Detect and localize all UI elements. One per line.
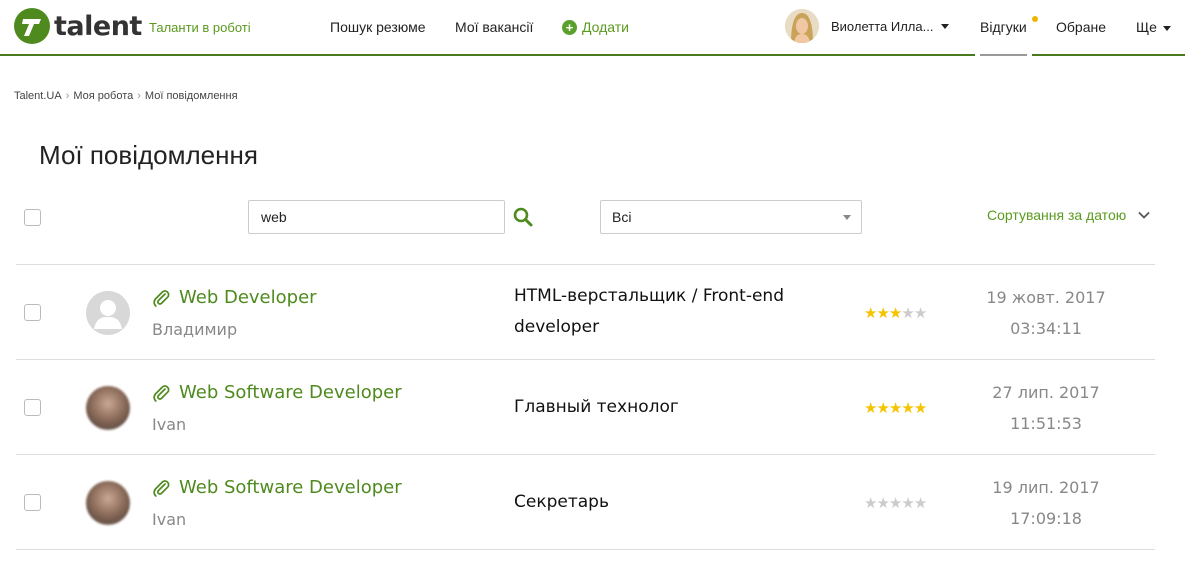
message-date: 19 жовт. 2017	[986, 288, 1106, 307]
message-title-link[interactable]: Web Developer	[151, 287, 317, 308]
top-header: talent Таланти в роботі Пошук резюме Мої…	[0, 0, 1185, 57]
vacancy-line: developer	[514, 317, 600, 337]
filter-select-value: Всі	[612, 209, 632, 225]
message-datetime: 27 лип. 2017 11:51:53	[976, 377, 1116, 439]
message-title-link[interactable]: Web Software Developer	[151, 382, 402, 403]
vacancy-line: Главный технолог	[514, 397, 679, 417]
sender-name: Ivan	[152, 510, 187, 529]
star-icon: ★	[913, 495, 927, 512]
row-checkbox[interactable]	[24, 399, 41, 416]
message-title: Web Software Developer	[179, 477, 402, 498]
nav-my-vacancies[interactable]: Мої вакансії	[455, 19, 533, 35]
default-avatar-icon	[86, 291, 130, 335]
notification-dot	[1032, 16, 1038, 22]
chevron-down-icon	[1138, 211, 1150, 219]
star-icon: ★	[888, 495, 902, 512]
sort-label: Сортування за датою	[987, 207, 1127, 223]
message-title: Web Software Developer	[179, 382, 402, 403]
breadcrumb-my-work[interactable]: Моя робота	[73, 90, 133, 102]
nav-add-label: Додати	[582, 19, 629, 35]
star-icon: ★	[864, 400, 877, 417]
breadcrumb-current: Мої повідомлення	[144, 90, 238, 102]
star-icon: ★	[888, 305, 902, 322]
list-divider	[16, 549, 1155, 550]
logo-text: talent	[54, 10, 142, 42]
vacancy-line: HTML-верстальщик / Front-end	[514, 286, 784, 306]
message-time: 11:51:53	[1010, 414, 1082, 433]
star-icon: ★	[876, 305, 889, 322]
avatar	[86, 481, 130, 525]
message-title-link[interactable]: Web Software Developer	[151, 477, 402, 498]
star-icon: ★	[864, 495, 877, 512]
message-row[interactable]: Web Software Developer Ivan Секретарь ★★…	[16, 455, 1155, 549]
user-menu[interactable]: Виолетта Илла...	[785, 9, 950, 43]
chevron-down-icon	[941, 23, 950, 29]
paperclip-icon	[153, 384, 170, 402]
star-icon: ★	[864, 305, 877, 322]
chevron-right-icon: ›	[65, 90, 70, 102]
user-name: Виолетта Илла...	[831, 18, 934, 34]
sort-dropdown[interactable]: Сортування за датою	[987, 207, 1150, 223]
plus-icon: +	[562, 19, 577, 35]
vacancy-name: Главный технолог	[514, 392, 834, 423]
header-underline-active	[980, 54, 1027, 56]
row-checkbox[interactable]	[24, 494, 41, 511]
vacancy-name: Секретарь	[514, 487, 834, 518]
paperclip-icon	[153, 479, 170, 497]
nav-responses[interactable]: Відгуки	[980, 19, 1027, 35]
message-date: 19 лип. 2017	[992, 478, 1100, 497]
logo-link[interactable]: talent	[14, 8, 142, 44]
avatar	[86, 386, 130, 430]
filter-select[interactable]: Всі	[600, 200, 862, 234]
talent-logo-icon	[14, 8, 50, 44]
rating-stars: ★★★★★	[864, 304, 927, 322]
sender-name: Владимир	[152, 320, 238, 339]
user-avatar	[785, 9, 819, 43]
avatar	[86, 291, 130, 335]
vacancy-line: Секретарь	[514, 492, 609, 512]
nav-add-button[interactable]: + Додати	[562, 19, 629, 35]
rating-stars: ★★★★★	[864, 399, 927, 417]
star-icon: ★	[888, 400, 902, 417]
chevron-down-icon	[843, 215, 851, 220]
star-icon: ★	[901, 400, 914, 417]
nav-favorites[interactable]: Обране	[1056, 19, 1106, 35]
message-datetime: 19 лип. 2017 17:09:18	[976, 472, 1116, 534]
select-all-checkbox[interactable]	[24, 209, 41, 226]
chevron-down-icon	[1162, 25, 1171, 31]
vacancy-name: HTML-верстальщик / Front-end developer	[514, 281, 834, 343]
breadcrumb: Talent.UA › Моя робота › Мої повідомленн…	[14, 90, 238, 102]
row-checkbox[interactable]	[24, 304, 41, 321]
message-date: 27 лип. 2017	[992, 383, 1100, 402]
rating-stars: ★★★★★	[864, 494, 927, 512]
header-underline	[1032, 54, 1185, 56]
star-icon: ★	[901, 495, 914, 512]
star-icon: ★	[876, 495, 889, 512]
user-avatar-icon	[785, 9, 819, 43]
message-row[interactable]: Web Software Developer Ivan Главный техн…	[16, 360, 1155, 454]
header-underline	[0, 54, 975, 56]
search-icon[interactable]	[512, 206, 534, 228]
star-icon: ★	[876, 400, 889, 417]
message-time: 17:09:18	[1010, 509, 1082, 528]
star-icon: ★	[913, 400, 927, 417]
message-datetime: 19 жовт. 2017 03:34:11	[976, 282, 1116, 344]
message-title: Web Developer	[179, 287, 317, 308]
sender-name: Ivan	[152, 415, 187, 434]
paperclip-icon	[153, 289, 170, 307]
nav-more[interactable]: Ще	[1136, 19, 1171, 35]
page-title: Мої повідомлення	[39, 140, 258, 170]
message-time: 03:34:11	[1010, 319, 1082, 338]
chevron-right-icon: ›	[137, 90, 141, 102]
star-icon: ★	[901, 305, 914, 322]
star-icon: ★	[913, 305, 927, 322]
tagline: Таланти в роботі	[149, 20, 251, 35]
search-input[interactable]	[248, 200, 505, 234]
nav-search-resumes[interactable]: Пошук резюме	[330, 19, 426, 35]
nav-more-label: Ще	[1136, 19, 1157, 35]
message-row[interactable]: Web Developer Владимир HTML-верстальщик …	[16, 265, 1155, 359]
breadcrumb-home[interactable]: Talent.UA	[14, 90, 62, 102]
